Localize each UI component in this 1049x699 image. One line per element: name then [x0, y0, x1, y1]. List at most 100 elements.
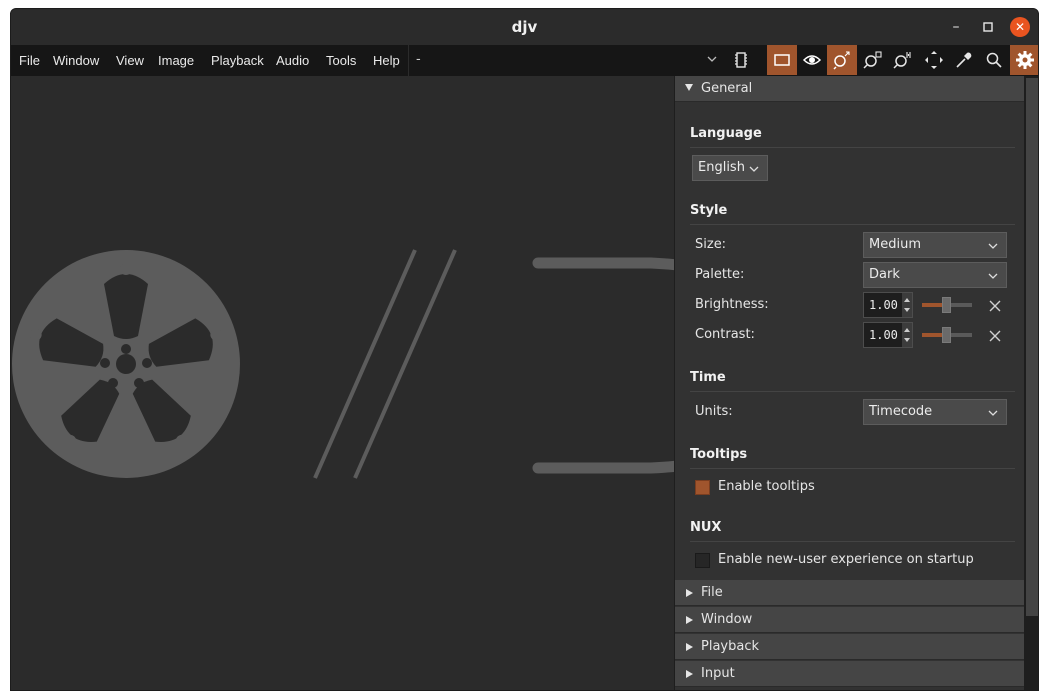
section-input-header[interactable]: Input	[675, 661, 1025, 687]
close-button[interactable]: ✕	[1010, 17, 1030, 37]
size-dropdown[interactable]: Medium	[863, 232, 1007, 258]
magnify-button[interactable]	[979, 45, 1009, 75]
memory-cache-button[interactable]	[726, 45, 756, 75]
menu-audio[interactable]: Audio	[276, 53, 309, 68]
djv-logo-graphic	[12, 249, 674, 479]
spin-arrows[interactable]	[902, 293, 912, 317]
zoom-one-button[interactable]	[888, 45, 918, 75]
tooltips-group-title: Tooltips	[690, 447, 748, 462]
contrast-label: Contrast:	[695, 327, 755, 342]
window-title: djv	[511, 18, 538, 36]
language-group-title: Language	[690, 126, 762, 141]
visibility-button[interactable]	[797, 45, 827, 75]
palette-label: Palette:	[695, 267, 745, 282]
settings-panel: General Language English Style Size: Med…	[674, 76, 1025, 690]
settings-scrollbar[interactable]	[1024, 76, 1038, 690]
current-file-value: -	[416, 52, 421, 67]
minimize-button[interactable]: –	[946, 17, 966, 37]
triangle-right-icon	[686, 616, 693, 624]
contrast-slider[interactable]	[922, 322, 972, 348]
section-input-label: Input	[701, 666, 735, 681]
maximize-icon	[983, 22, 993, 32]
slider-handle[interactable]	[942, 297, 951, 313]
chevron-down-icon	[707, 56, 717, 62]
brightness-spinbox[interactable]: 1.00	[863, 292, 913, 318]
brightness-label: Brightness:	[695, 297, 769, 312]
style-group-title: Style	[690, 203, 728, 218]
chevron-down-icon	[988, 243, 998, 249]
menu-window[interactable]: Window	[53, 53, 99, 68]
slider-fill	[922, 303, 944, 307]
brightness-reset-icon[interactable]	[988, 299, 1002, 313]
size-label: Size:	[695, 237, 727, 252]
triangle-down-icon	[685, 84, 693, 91]
zoom-fit-icon	[833, 51, 850, 70]
section-playback-header[interactable]: Playback	[675, 634, 1025, 660]
zoom-reset-icon	[863, 51, 882, 69]
contrast-reset-icon[interactable]	[988, 329, 1002, 343]
spin-arrows[interactable]	[902, 323, 912, 347]
menu-playback[interactable]: Playback	[211, 53, 264, 68]
section-playback-label: Playback	[701, 639, 760, 654]
magnify-icon	[986, 52, 1002, 68]
spin-up-down-icon	[904, 298, 910, 312]
menu-tools[interactable]: Tools	[326, 53, 356, 68]
enable-nux-checkbox[interactable]	[695, 553, 710, 568]
units-label: Units:	[695, 404, 733, 419]
section-file-header[interactable]: File	[675, 580, 1025, 606]
settings-button[interactable]	[1010, 45, 1038, 75]
chevron-down-icon	[988, 410, 998, 416]
enable-tooltips-checkbox[interactable]	[695, 480, 710, 495]
memory-icon	[735, 52, 747, 68]
section-window-label: Window	[701, 612, 753, 627]
image-viewport[interactable]	[11, 76, 674, 690]
contrast-value: 1.00	[869, 328, 898, 342]
divider	[690, 541, 1015, 542]
current-file-dropdown[interactable]: -	[408, 45, 726, 76]
chevron-down-icon	[988, 273, 998, 279]
contrast-spinbox[interactable]: 1.00	[863, 322, 913, 348]
divider	[690, 391, 1015, 392]
triangle-right-icon	[686, 589, 693, 597]
divider	[690, 147, 1015, 148]
palette-value: Dark	[869, 267, 900, 282]
zoom-reset-button[interactable]	[858, 45, 888, 75]
color-picker-button[interactable]	[949, 45, 979, 75]
zoom-fit-button[interactable]	[827, 45, 857, 75]
time-group-title: Time	[690, 370, 726, 385]
film-reel-icon	[12, 250, 240, 478]
brightness-value: 1.00	[869, 298, 898, 312]
app-window: djv – ✕ File Window View Image Playback …	[10, 8, 1039, 691]
menu-view[interactable]: View	[116, 53, 144, 68]
spin-up-down-icon	[904, 328, 910, 342]
nux-group-title: NUX	[690, 520, 722, 535]
menu-help[interactable]: Help	[373, 53, 400, 68]
frame-button[interactable]	[767, 45, 797, 75]
time-units-dropdown[interactable]: Timecode	[863, 399, 1007, 425]
language-value: English	[698, 160, 745, 175]
enable-nux-label: Enable new-user experience on startup	[718, 552, 974, 567]
brightness-slider[interactable]	[922, 292, 972, 318]
divider	[690, 224, 1015, 225]
scrollbar-thumb[interactable]	[1026, 78, 1038, 616]
palette-dropdown[interactable]: Dark	[863, 262, 1007, 288]
menu-image[interactable]: Image	[158, 53, 194, 68]
triangle-right-icon	[686, 670, 693, 678]
frame-icon	[774, 54, 790, 66]
menu-file[interactable]: File	[19, 53, 40, 68]
title-bar[interactable]: djv – ✕	[11, 9, 1038, 45]
maximize-button[interactable]	[978, 17, 998, 37]
move-button[interactable]	[919, 45, 949, 75]
triangle-right-icon	[686, 643, 693, 651]
slider-handle[interactable]	[942, 327, 951, 343]
section-file-label: File	[701, 585, 723, 600]
size-value: Medium	[869, 237, 921, 252]
chevron-down-icon	[749, 166, 759, 172]
section-general-label: General	[701, 81, 753, 96]
language-dropdown[interactable]: English	[692, 155, 768, 181]
enable-tooltips-label: Enable tooltips	[718, 479, 815, 494]
divider	[690, 468, 1015, 469]
section-window-header[interactable]: Window	[675, 607, 1025, 633]
settings-icon	[1016, 51, 1034, 69]
section-general-header[interactable]: General	[675, 76, 1025, 102]
